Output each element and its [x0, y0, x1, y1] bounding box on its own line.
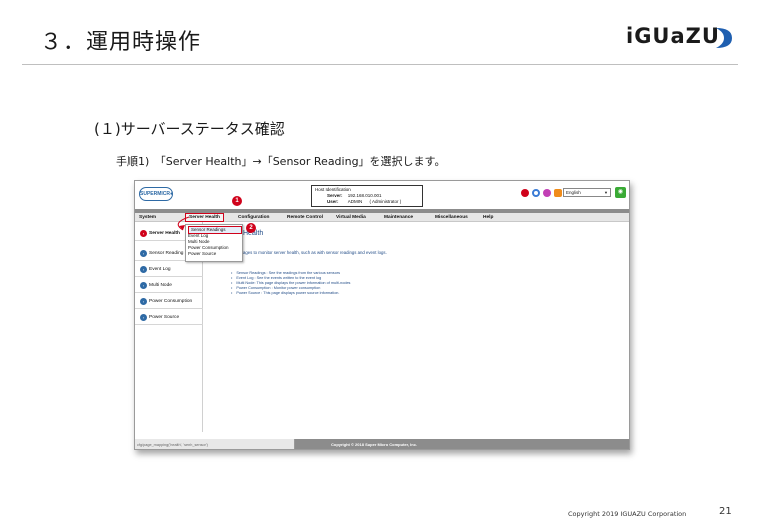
status-url: cfg/page_mapping('health', 'senh_sensor'…	[135, 439, 295, 449]
logo-arrow-icon	[716, 28, 732, 48]
status-copyright: Copyright © 2018 Super Micro Computer, I…	[331, 442, 418, 447]
annotation-arrow	[177, 216, 190, 231]
iguazu-logo: iGUaZU	[626, 24, 736, 52]
footer-copyright: Copyright 2019 IGUAZU Corporation	[568, 510, 687, 518]
status-bar: cfg/page_mapping('health', 'senh_sensor'…	[135, 439, 629, 449]
step-instruction: 手順1) 「Server Health」→「Sensor Reading」を選択…	[116, 155, 446, 168]
slide-title: ３．運用時操作	[40, 30, 202, 55]
ipmi-screenshot: SUPERMICR● Host Identification Server: 1…	[134, 180, 630, 450]
step-badge-1: 1	[232, 196, 242, 206]
page-number: 21	[719, 506, 732, 517]
step-badge-2: 2	[246, 223, 256, 233]
section-heading: (１)サーバーステータス確認	[94, 120, 285, 138]
logo-text: iGUaZU	[626, 24, 720, 48]
title-divider	[22, 64, 738, 65]
